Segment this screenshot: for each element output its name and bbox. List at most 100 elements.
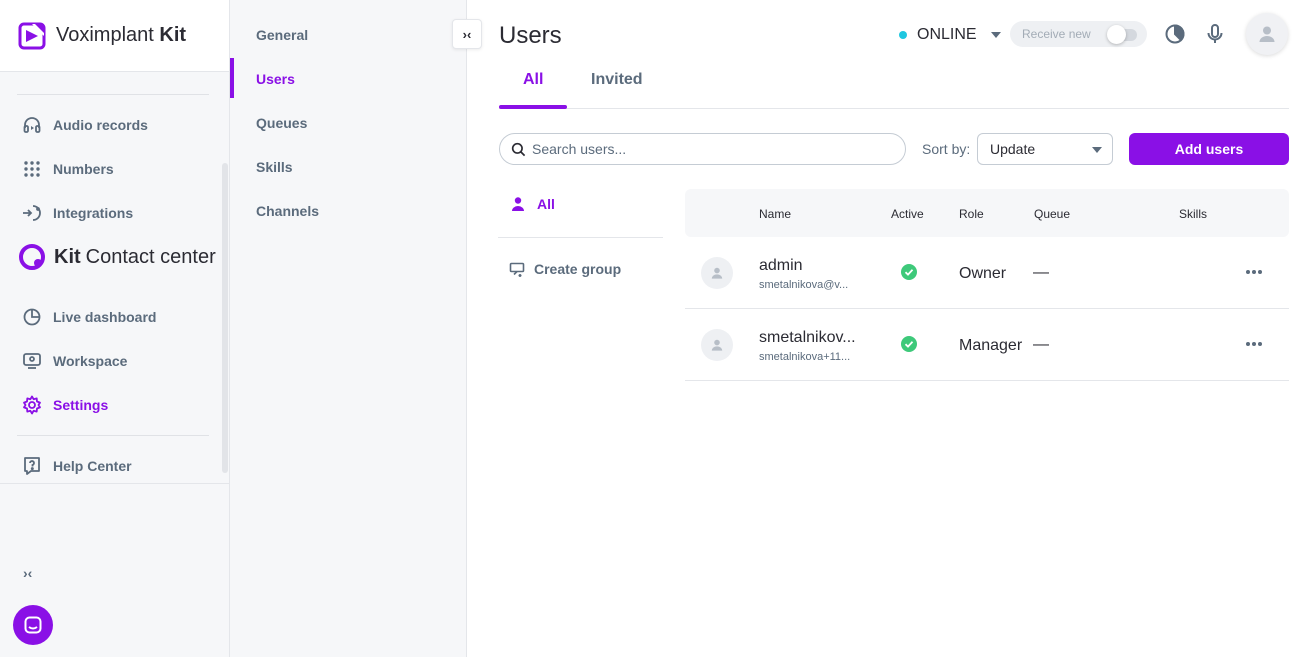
- nav-item-label: Workspace: [53, 353, 128, 369]
- avatar: [701, 329, 733, 361]
- create-group-label: Create group: [534, 261, 622, 277]
- nav-divider: [17, 94, 209, 95]
- nav-item-audio-records[interactable]: Audio records: [22, 113, 148, 137]
- nav-item-live-dashboard[interactable]: Live dashboard: [22, 305, 156, 329]
- page-title: Users: [499, 22, 562, 49]
- submenu-item-general[interactable]: General: [256, 27, 308, 43]
- users-table: Name Active Role Queue Skills admin smet…: [685, 189, 1289, 381]
- dialpad-icon: [22, 159, 42, 179]
- nav-item-label: Help Center: [53, 458, 132, 474]
- column-header-queue[interactable]: Queue: [1034, 207, 1070, 221]
- brand-name: Voximplant Kit: [56, 24, 187, 46]
- column-header-active[interactable]: Active: [891, 207, 924, 221]
- collapse-nav-button[interactable]: ›‹: [23, 565, 32, 581]
- user-avatar-button[interactable]: [1246, 13, 1288, 55]
- integrations-icon: [22, 203, 42, 223]
- main-navigation: Voximplant Kit Audio records Numbers Int…: [0, 0, 230, 657]
- gear-icon: [22, 395, 42, 415]
- kit-cc-logo-icon: [19, 244, 45, 270]
- avatar: [701, 257, 733, 289]
- nav-item-label: Numbers: [53, 161, 114, 177]
- brand-header[interactable]: Voximplant Kit: [0, 0, 229, 72]
- table-row[interactable]: admin smetalnikova@v... Owner —: [685, 237, 1289, 309]
- kit-contact-center-section: Kit Contact center: [18, 243, 216, 271]
- group-label: All: [537, 196, 555, 212]
- search-input[interactable]: [532, 141, 892, 157]
- user-icon: [512, 197, 524, 211]
- headphones-icon: [22, 115, 42, 135]
- workspace-icon: [22, 351, 42, 371]
- pie-chart-icon: [1165, 24, 1185, 44]
- pie-chart-icon: [22, 307, 42, 327]
- submenu-item-channels[interactable]: Channels: [256, 203, 319, 219]
- nav-scrollbar[interactable]: [222, 163, 228, 473]
- nav-item-settings[interactable]: Settings: [22, 393, 108, 417]
- user-role: Owner: [959, 265, 1007, 282]
- search-box[interactable]: [499, 133, 906, 165]
- chat-icon: [24, 616, 42, 634]
- status-selector[interactable]: ONLINE: [899, 26, 1001, 44]
- sort-label: Sort by:: [922, 141, 971, 157]
- nav-item-integrations[interactable]: Integrations: [22, 201, 133, 225]
- nav-item-label: Settings: [53, 397, 109, 413]
- column-header-name[interactable]: Name: [759, 207, 791, 221]
- nav-item-label: Live dashboard: [53, 309, 157, 325]
- avatar-icon: [711, 267, 723, 279]
- group-item-all[interactable]: All: [510, 196, 555, 212]
- add-users-button[interactable]: Add users: [1129, 133, 1289, 165]
- column-header-skills[interactable]: Skills: [1179, 207, 1207, 221]
- toggle-switch[interactable]: [1107, 24, 1137, 44]
- user-name: admin: [759, 257, 803, 274]
- submenu-item-users[interactable]: Users: [256, 71, 295, 87]
- user-tabs: All Invited: [499, 60, 1289, 109]
- more-horizontal-icon: [1246, 342, 1262, 346]
- chevron-down-icon: [1092, 147, 1102, 153]
- receive-new-label: Receive new: [1022, 27, 1091, 41]
- tab-invited[interactable]: Invited: [591, 71, 643, 89]
- avatar-icon: [711, 339, 723, 351]
- column-header-role[interactable]: Role: [959, 207, 984, 221]
- row-more-button[interactable]: [1243, 261, 1265, 283]
- tab-all[interactable]: All: [523, 71, 543, 89]
- receive-new-toggle[interactable]: Receive new: [1010, 21, 1147, 47]
- main-content: Users ONLINE Receive new All Invited Sea…: [467, 0, 1309, 657]
- search-icon: [511, 142, 526, 156]
- submenu-item-skills[interactable]: Skills: [256, 159, 293, 175]
- submenu-item-queues[interactable]: Queues: [256, 115, 307, 131]
- settings-submenu: General Users Queues Skills Channels ›‹: [230, 0, 482, 657]
- nav-item-numbers[interactable]: Numbers: [22, 157, 114, 181]
- table-header: Name Active Role Queue Skills: [685, 189, 1289, 237]
- nav-item-workspace[interactable]: Workspace: [22, 349, 127, 373]
- group-divider: [498, 237, 663, 238]
- more-horizontal-icon: [1246, 270, 1262, 274]
- nav-divider: [17, 435, 209, 436]
- create-group-icon: [509, 262, 525, 277]
- microphone-icon: [1207, 24, 1223, 43]
- row-more-button[interactable]: [1243, 333, 1265, 355]
- microphone-button[interactable]: [1203, 22, 1227, 46]
- nav-item-help-center[interactable]: Help Center: [22, 454, 132, 478]
- nav-item-label: Audio records: [53, 117, 148, 133]
- table-row[interactable]: smetalnikov... smetalnikova+11... Manage…: [685, 309, 1289, 381]
- user-queue: —: [1033, 264, 1049, 281]
- nav-item-label: Integrations: [53, 205, 134, 221]
- dashboard-stats-button[interactable]: [1163, 22, 1187, 46]
- status-label: ONLINE: [917, 26, 977, 43]
- support-chat-button[interactable]: [13, 605, 53, 645]
- user-queue: —: [1033, 336, 1049, 353]
- create-group-button[interactable]: Create group: [509, 261, 621, 277]
- help-icon: [22, 456, 42, 476]
- check-circle-icon: [901, 264, 917, 280]
- user-role: Manager: [959, 337, 1023, 354]
- status-dot: [899, 31, 907, 39]
- avatar-icon: [1259, 26, 1275, 42]
- user-email: smetalnikova@v...: [759, 279, 849, 291]
- sort-select[interactable]: Update: [977, 133, 1113, 165]
- check-circle-icon: [901, 336, 917, 352]
- sort-value: Update: [990, 141, 1036, 157]
- user-email: smetalnikova+11...: [759, 351, 851, 363]
- submenu-active-indicator: [230, 58, 234, 98]
- user-name: smetalnikov...: [759, 329, 856, 346]
- nav-divider: [0, 483, 229, 484]
- active-tab-underline: [499, 105, 567, 109]
